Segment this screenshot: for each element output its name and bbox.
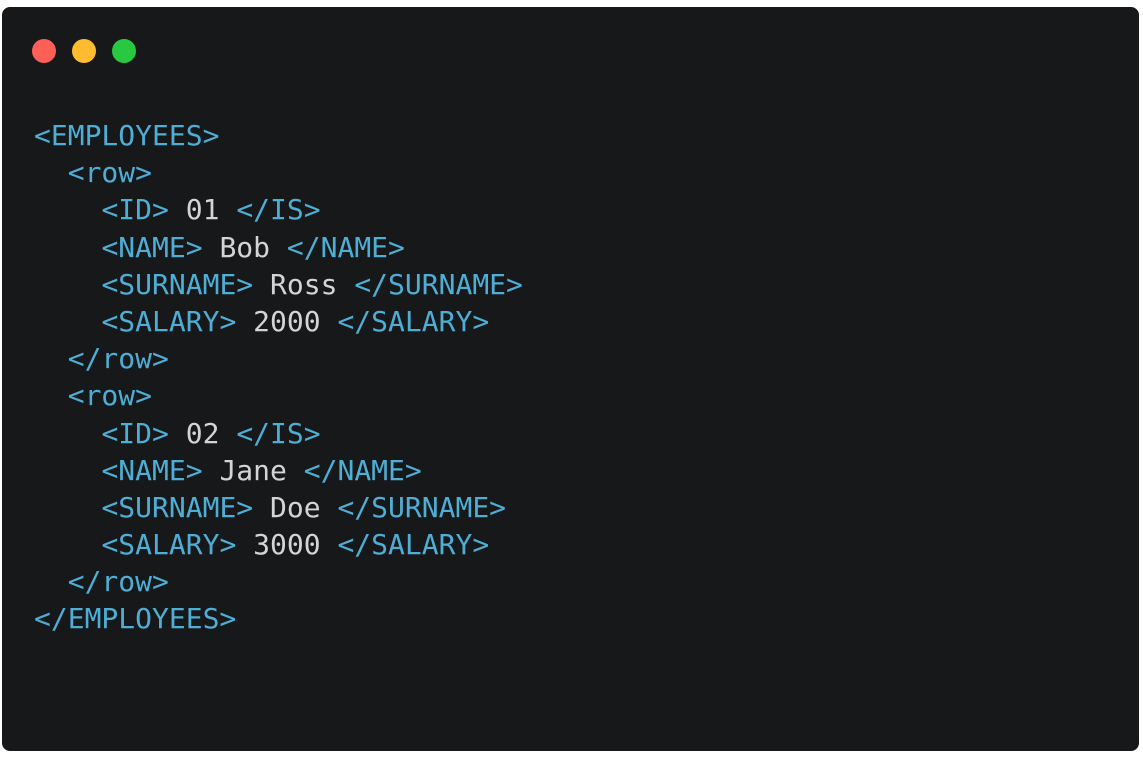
code-line: <SALARY> 3000 </SALARY> [34, 526, 523, 563]
name-close-tag: </NAME> [286, 230, 405, 264]
row-close-tag: </row> [67, 565, 169, 599]
name-value: Bob [219, 230, 271, 264]
row-open-tag: <row> [67, 379, 153, 413]
row-open-tag: <row> [67, 156, 153, 190]
id-close-tag: </IS> [236, 416, 321, 450]
id-open-tag: <ID> [101, 416, 169, 450]
id-value: 02 [185, 416, 220, 450]
code-line: <row> [34, 154, 523, 191]
name-close-tag: </NAME> [303, 453, 422, 487]
code-line: <SURNAME> Ross </SURNAME> [34, 266, 523, 303]
code-line: <row> [34, 377, 523, 414]
code-line: <NAME> Bob </NAME> [34, 229, 523, 266]
zoom-button[interactable] [112, 39, 136, 63]
name-value: Jane [219, 453, 287, 487]
code-line: <SURNAME> Doe </SURNAME> [34, 489, 523, 526]
salary-close-tag: </SALARY> [337, 528, 490, 562]
id-close-tag: </IS> [236, 193, 321, 227]
minimize-button[interactable] [72, 39, 96, 63]
employees-open-tag: <EMPLOYEES> [34, 119, 220, 152]
code-line: <SALARY> 2000 </SALARY> [34, 303, 523, 340]
salary-value: 3000 [253, 528, 321, 562]
employees-close-tag: </EMPLOYEES> [34, 602, 237, 636]
code-line: </EMPLOYEES> [34, 600, 523, 637]
code-block: <EMPLOYEES> <row> <ID> 01 </IS> <NAME> B… [34, 117, 523, 638]
code-line: <ID> 01 </IS> [34, 191, 523, 228]
surname-close-tag: </SURNAME> [354, 267, 523, 301]
code-line: </row> [34, 340, 523, 377]
surname-value: Doe [270, 490, 321, 524]
code-window: <EMPLOYEES> <row> <ID> 01 </IS> <NAME> B… [2, 7, 1139, 751]
code-line: <ID> 02 </IS> [34, 415, 523, 452]
code-line: </row> [34, 563, 523, 600]
name-open-tag: <NAME> [101, 453, 203, 487]
name-open-tag: <NAME> [101, 230, 203, 264]
surname-open-tag: <SURNAME> [101, 490, 254, 524]
code-line: <EMPLOYEES> [34, 117, 523, 154]
surname-value: Ross [270, 267, 338, 301]
salary-value: 2000 [253, 304, 321, 338]
salary-close-tag: </SALARY> [337, 304, 490, 338]
id-value: 01 [185, 193, 220, 227]
code-line: <NAME> Jane </NAME> [34, 452, 523, 489]
row-close-tag: </row> [67, 342, 169, 376]
salary-open-tag: <SALARY> [101, 528, 237, 562]
surname-open-tag: <SURNAME> [101, 267, 254, 301]
id-open-tag: <ID> [101, 193, 169, 227]
salary-open-tag: <SALARY> [101, 304, 237, 338]
surname-close-tag: </SURNAME> [337, 490, 507, 524]
close-button[interactable] [32, 39, 56, 63]
